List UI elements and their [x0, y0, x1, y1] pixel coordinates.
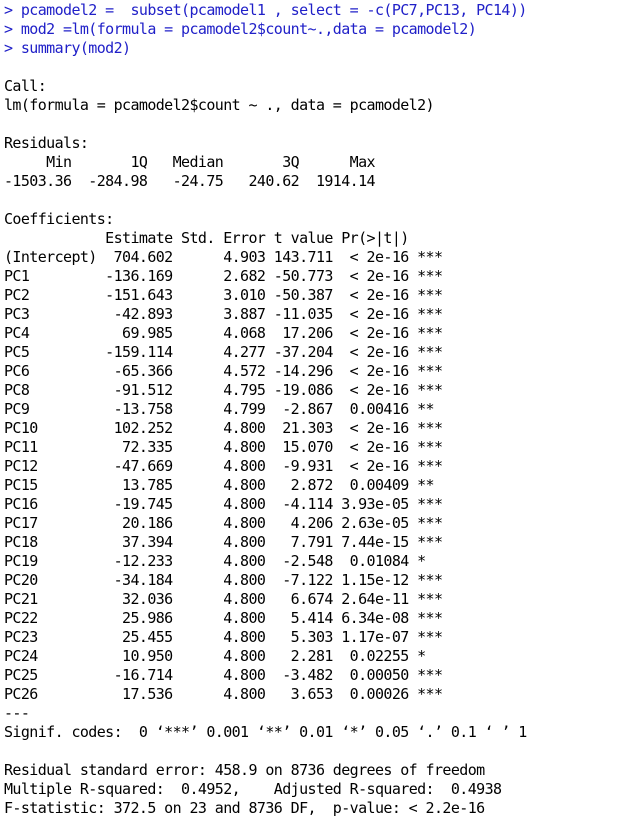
command-line-subset: > pcamodel2 = subset(pcamodel1 , select … [4, 1, 527, 19]
coefficient-row: PC17 20.186 4.800 4.206 2.63e-05 *** [4, 514, 443, 532]
coefficient-row: PC5 -159.114 4.277 -37.204 < 2e-16 *** [4, 343, 443, 361]
call-text: lm(formula = pcamodel2$count ~ ., data =… [4, 96, 435, 114]
f-statistic-line: F-statistic: 372.5 on 23 and 8736 DF, p-… [4, 799, 485, 817]
coefficient-row: PC18 37.394 4.800 7.791 7.44e-15 *** [4, 533, 443, 551]
coefficient-row: PC22 25.986 4.800 5.414 6.34e-08 *** [4, 609, 443, 627]
r-console[interactable]: > pcamodel2 = subset(pcamodel1 , select … [4, 1, 631, 818]
coefficient-row: PC16 -19.745 4.800 -4.114 3.93e-05 *** [4, 495, 443, 513]
residuals-values: -1503.36 -284.98 -24.75 240.62 1914.14 [4, 172, 384, 190]
coefficient-row: (Intercept) 704.602 4.903 143.711 < 2e-1… [4, 248, 443, 266]
coefficient-row: PC4 69.985 4.068 17.206 < 2e-16 *** [4, 324, 443, 342]
coefficients-table: (Intercept) 704.602 4.903 143.711 < 2e-1… [4, 248, 631, 704]
r-squared-line: Multiple R-squared: 0.4952, Adjusted R-s… [4, 780, 510, 798]
coefficient-row: PC11 72.335 4.800 15.070 < 2e-16 *** [4, 438, 443, 456]
signif-codes-line: Signif. codes: 0 ‘***’ 0.001 ‘**’ 0.01 ‘… [4, 723, 527, 741]
coefficient-row: PC8 -91.512 4.795 -19.086 < 2e-16 *** [4, 381, 443, 399]
coefficient-row: PC1 -136.169 2.682 -50.773 < 2e-16 *** [4, 267, 443, 285]
residuals-labels: Min 1Q Median 3Q Max [4, 153, 384, 171]
coefficient-row: PC10 102.252 4.800 21.303 < 2e-16 *** [4, 419, 443, 437]
coefficients-header: Coefficients: [4, 210, 114, 228]
coefficient-row: PC19 -12.233 4.800 -2.548 0.01084 * [4, 552, 443, 570]
coefficient-row: PC26 17.536 4.800 3.653 0.00026 *** [4, 685, 443, 703]
coefficient-row: PC24 10.950 4.800 2.281 0.02255 * [4, 647, 443, 665]
call-header: Call: [4, 77, 47, 95]
coefficient-row: PC23 25.455 4.800 5.303 1.17e-07 *** [4, 628, 443, 646]
coefficient-row: PC12 -47.669 4.800 -9.931 < 2e-16 *** [4, 457, 443, 475]
coefficient-row: PC21 32.036 4.800 6.674 2.64e-11 *** [4, 590, 443, 608]
coefficient-row: PC9 -13.758 4.799 -2.867 0.00416 ** [4, 400, 443, 418]
residual-standard-error-line: Residual standard error: 458.9 on 8736 d… [4, 761, 485, 779]
coefficients-column-headers: Estimate Std. Error t value Pr(>|t|) [4, 229, 443, 247]
separator-line: --- [4, 704, 30, 722]
command-line-summary: > summary(mod2) [4, 39, 131, 57]
coefficient-row: PC15 13.785 4.800 2.872 0.00409 ** [4, 476, 443, 494]
coefficient-row: PC2 -151.643 3.010 -50.387 < 2e-16 *** [4, 286, 443, 304]
coefficient-row: PC20 -34.184 4.800 -7.122 1.15e-12 *** [4, 571, 443, 589]
coefficient-row: PC25 -16.714 4.800 -3.482 0.00050 *** [4, 666, 443, 684]
command-line-lm: > mod2 =lm(formula = pcamodel2$count~.,d… [4, 20, 477, 38]
coefficient-row: PC6 -65.366 4.572 -14.296 < 2e-16 *** [4, 362, 443, 380]
residuals-header: Residuals: [4, 134, 89, 152]
coefficient-row: PC3 -42.893 3.887 -11.035 < 2e-16 *** [4, 305, 443, 323]
